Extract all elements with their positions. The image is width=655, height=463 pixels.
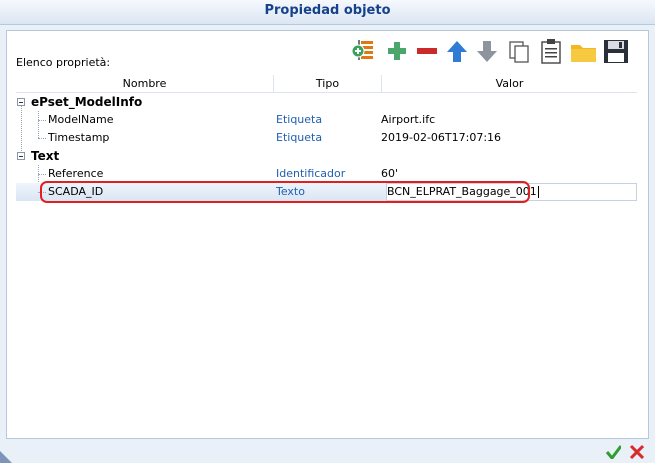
copy-icon xyxy=(509,41,529,63)
table-row[interactable]: ModelName Etiqueta Airport.ifc xyxy=(16,111,637,129)
value-edit-input[interactable]: BCN_ELPRAT_Baggage_001 xyxy=(387,185,537,198)
tree-line xyxy=(38,120,46,121)
floppy-disk-icon xyxy=(604,40,628,63)
property-type[interactable]: Texto xyxy=(276,183,305,201)
clipboard-icon xyxy=(541,39,561,64)
column-header-valor[interactable]: Valor xyxy=(382,75,637,92)
property-name: SCADA_ID xyxy=(48,185,104,198)
property-name: Timestamp xyxy=(48,131,110,144)
tree-line xyxy=(38,138,46,139)
copy-button[interactable] xyxy=(505,36,533,66)
open-folder-button[interactable] xyxy=(569,36,597,66)
title-bar: Propiedad objeto xyxy=(0,0,655,25)
remove-property-button[interactable] xyxy=(413,36,441,66)
property-name: ModelName xyxy=(48,113,114,126)
column-header-nombre[interactable]: Nombre xyxy=(16,75,274,92)
arrow-up-icon xyxy=(447,41,467,62)
tree-line xyxy=(38,192,46,193)
add-pset-icon xyxy=(351,40,373,60)
text-caret xyxy=(537,186,539,198)
cancel-button[interactable] xyxy=(628,443,644,459)
property-value[interactable]: Airport.ifc xyxy=(381,111,435,129)
arrow-down-icon xyxy=(477,41,497,62)
plus-icon xyxy=(388,42,406,60)
column-header-tipo[interactable]: Tipo xyxy=(274,75,382,92)
add-property-button[interactable] xyxy=(383,36,411,66)
window-title: Propiedad objeto xyxy=(264,3,391,18)
property-type[interactable]: Etiqueta xyxy=(276,129,322,147)
collapse-icon[interactable] xyxy=(17,98,25,106)
move-up-button[interactable] xyxy=(443,36,471,66)
property-type[interactable]: Identificador xyxy=(276,165,345,183)
add-pset-button[interactable] xyxy=(349,36,377,66)
tree-line xyxy=(38,174,46,175)
property-value[interactable]: 60' xyxy=(381,165,398,183)
table-row-selected[interactable]: SCADA_ID Texto BCN_ELPRAT_Baggage_001 xyxy=(16,183,637,201)
move-down-button[interactable] xyxy=(473,36,501,66)
table-row[interactable]: Reference Identificador 60' xyxy=(16,165,637,183)
properties-grid: Nombre Tipo Valor ePset_ModelInfo ModelN… xyxy=(16,75,637,425)
save-button[interactable] xyxy=(601,36,629,66)
resize-grip-icon[interactable] xyxy=(0,447,16,463)
property-name: Reference xyxy=(48,167,104,180)
property-type[interactable]: Etiqueta xyxy=(276,111,322,129)
value-edit-text: BCN_ELPRAT_Baggage_001 xyxy=(387,183,539,201)
paste-button[interactable] xyxy=(537,36,565,66)
collapse-icon[interactable] xyxy=(17,152,25,160)
value-edit-field[interactable]: BCN_ELPRAT_Baggage_001 xyxy=(386,183,637,201)
properties-list-label: Elenco proprietà: xyxy=(16,56,111,69)
folder-icon xyxy=(571,45,596,62)
group-row[interactable]: ePset_ModelInfo xyxy=(16,93,637,111)
ok-button[interactable] xyxy=(605,443,621,459)
table-row[interactable]: Timestamp Etiqueta 2019-02-06T17:07:16 xyxy=(16,129,637,147)
minus-icon xyxy=(417,48,437,54)
properties-panel: Elenco proprietà: Nombre Tipo Valor ePse… xyxy=(6,30,649,439)
property-value[interactable]: 2019-02-06T17:07:16 xyxy=(381,129,501,147)
checkmark-icon xyxy=(605,445,621,459)
grid-header: Nombre Tipo Valor xyxy=(16,75,637,93)
group-name: Text xyxy=(31,149,60,163)
x-icon xyxy=(629,444,644,459)
group-row[interactable]: Text xyxy=(16,147,637,165)
group-name: ePset_ModelInfo xyxy=(31,95,143,109)
